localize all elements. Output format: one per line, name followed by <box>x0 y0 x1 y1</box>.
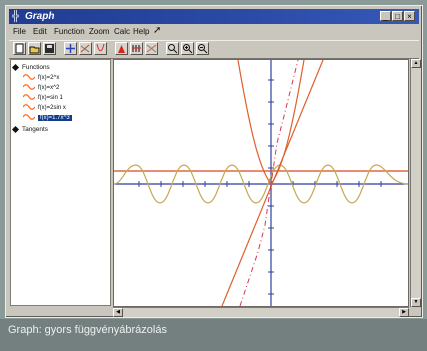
functions-label: Functions <box>22 64 50 71</box>
insert-function-icon[interactable] <box>94 42 107 55</box>
menu-zoom[interactable]: Zoom <box>89 27 109 36</box>
shade-icon[interactable] <box>115 42 128 55</box>
menu-function[interactable]: Function <box>54 27 85 36</box>
function-label: f(x)=2^x <box>38 75 60 81</box>
regression-icon[interactable] <box>145 42 158 55</box>
caption-text: Graph: gyors függvényábrázolás <box>8 324 167 336</box>
scroll-down-icon[interactable]: ▼ <box>411 298 421 307</box>
zoom-in-icon[interactable] <box>181 42 194 55</box>
function-item[interactable]: f(x)=x^2 <box>23 84 59 92</box>
caption-bar: Graph: gyors függvényábrázolás <box>0 319 427 351</box>
functions-node[interactable]: Functions <box>11 63 50 72</box>
zoom-out-icon[interactable] <box>196 42 209 55</box>
save-icon[interactable] <box>43 42 56 55</box>
function-item-selected[interactable]: f(x)=1.7x^3 <box>23 114 72 122</box>
graph-canvas <box>114 60 408 306</box>
menu-file[interactable]: File <box>13 27 26 36</box>
vertical-scrollbar[interactable]: ▲ ▼ <box>410 59 421 307</box>
wave-icon <box>23 84 35 91</box>
menu-calc[interactable]: Calc <box>114 27 130 36</box>
horizontal-scrollbar[interactable]: ◀ ▶ <box>113 307 409 317</box>
window-title: Graph <box>25 11 55 22</box>
close-icon[interactable]: × <box>404 11 415 21</box>
zoom-icon[interactable] <box>166 42 179 55</box>
wave-icon <box>23 74 35 81</box>
title-bar: ╬ Graph _ □ × <box>9 9 419 24</box>
screenshot-frame: ╬ Graph _ □ × File Edit Function Zoom Ca… <box>0 0 427 351</box>
table-icon[interactable] <box>130 42 143 55</box>
graph-icon[interactable] <box>79 42 92 55</box>
function-label: f(x)=sin 1 <box>38 95 63 101</box>
menu-edit[interactable]: Edit <box>33 27 47 36</box>
graph-window: ╬ Graph _ □ × File Edit Function Zoom Ca… <box>5 5 423 318</box>
tangents-label: Tangents <box>22 126 48 133</box>
tree-bullet-icon <box>11 63 20 71</box>
scroll-left-icon[interactable]: ◀ <box>113 308 123 317</box>
tree-bullet-icon <box>11 125 20 133</box>
toolbar <box>9 40 419 59</box>
open-icon[interactable] <box>28 42 41 55</box>
minimize-icon[interactable]: _ <box>380 11 391 21</box>
menu-bar: File Edit Function Zoom Calc Help ➚ <box>9 25 419 39</box>
tangents-node[interactable]: Tangents <box>11 125 48 134</box>
function-label: f(x)=2sin x <box>38 105 66 111</box>
function-label: f(x)=1.7x^3 <box>38 115 72 121</box>
graph-app-icon: ╬ <box>12 11 20 22</box>
scroll-right-icon[interactable]: ▶ <box>399 308 409 317</box>
function-item[interactable]: f(x)=2sin x <box>23 104 66 112</box>
function-item[interactable]: f(x)=2^x <box>23 74 59 82</box>
wave-icon <box>23 114 35 121</box>
wave-icon <box>23 104 35 111</box>
scroll-up-icon[interactable]: ▲ <box>411 59 421 68</box>
function-tree-panel[interactable]: Functions f(x)=2^x f(x)=x^2 f(x)=sin 1 f… <box>10 59 111 306</box>
mouse-pointer-icon: ➚ <box>153 25 162 36</box>
linear-function-curve <box>221 60 324 306</box>
function-label: f(x)=x^2 <box>38 85 60 91</box>
menu-help[interactable]: Help <box>133 27 149 36</box>
axes-icon[interactable] <box>64 42 77 55</box>
maximize-icon[interactable]: □ <box>392 11 403 21</box>
graph-plot-area[interactable] <box>113 59 409 307</box>
function-item[interactable]: f(x)=sin 1 <box>23 94 63 102</box>
wave-icon <box>23 94 35 101</box>
new-icon[interactable] <box>13 42 26 55</box>
